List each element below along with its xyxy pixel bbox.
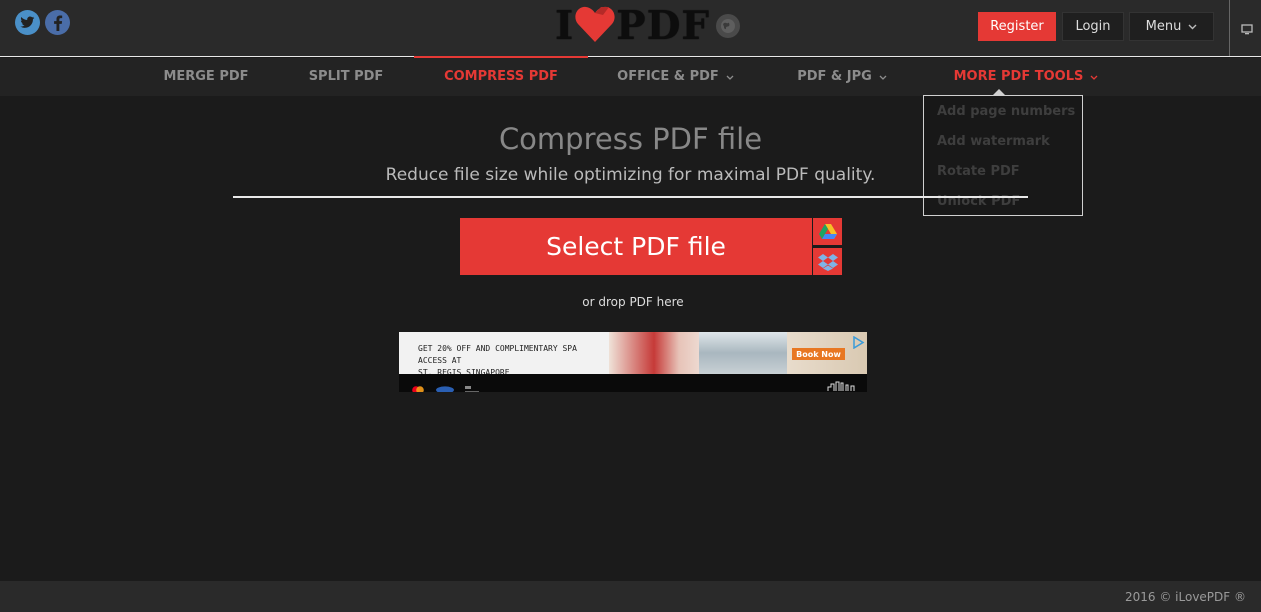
select-pdf-button[interactable]: Select PDF file: [460, 218, 812, 275]
drop-hint: or drop PDF here: [582, 295, 684, 309]
header-divider: [1229, 0, 1230, 56]
facebook-icon[interactable]: [45, 10, 70, 35]
register-button[interactable]: Register: [978, 12, 1056, 41]
page-title: Compress PDF file: [498, 122, 763, 156]
menu-label: Menu: [1145, 19, 1182, 34]
card-logo-icon: [435, 379, 455, 392]
chevron-down-icon: [879, 69, 887, 84]
ad-choices-icon[interactable]: [852, 334, 865, 350]
nav-more-pdf-tools-label: MORE PDF TOOLS: [953, 68, 1084, 84]
ad-image-room: [609, 332, 709, 374]
logo-prefix: I: [555, 3, 575, 49]
ad-book-now-button[interactable]: Book Now: [792, 348, 845, 360]
globe-icon[interactable]: [716, 14, 740, 38]
ad-footer-bar: [399, 374, 867, 392]
nav-compress-pdf[interactable]: COMPRESS PDF: [414, 56, 588, 94]
nav-more-pdf-tools[interactable]: MORE PDF TOOLS: [940, 58, 1112, 94]
spg-logo-icon: [463, 379, 483, 392]
nav-office-pdf-label: OFFICE & PDF: [617, 68, 719, 84]
nav-pdf-jpg[interactable]: PDF & JPG: [782, 58, 902, 94]
chevron-down-icon: [1090, 69, 1098, 84]
advertisement-banner[interactable]: GET 20% OFF AND COMPLIMENTARY SPA ACCESS…: [399, 332, 867, 392]
logo-suffix: PDF: [616, 3, 711, 49]
footer: 2016 © iLovePDF ®: [0, 581, 1261, 612]
ad-line-1: GET 20% OFF AND COMPLIMENTARY SPA ACCESS…: [418, 344, 577, 365]
divider: [233, 196, 1028, 198]
twitter-icon[interactable]: [15, 10, 40, 35]
login-button[interactable]: Login: [1062, 12, 1124, 41]
google-drive-icon[interactable]: [813, 218, 842, 245]
nav-split-pdf[interactable]: SPLIT PDF: [293, 58, 399, 94]
chevron-down-icon: [726, 69, 734, 84]
tools-nav: MERGE PDF SPLIT PDF COMPRESS PDF OFFICE …: [0, 56, 1261, 96]
ad-image-city: [699, 332, 789, 374]
dropbox-icon[interactable]: [813, 248, 842, 275]
page-subtitle: Reduce file size while optimizing for ma…: [385, 165, 876, 185]
nav-pdf-jpg-label: PDF & JPG: [797, 68, 872, 84]
copyright-text: 2016 © iLovePDF ®: [1125, 590, 1246, 604]
logo[interactable]: I PDF: [555, 3, 711, 49]
chevron-down-icon: [1188, 19, 1197, 34]
dropdown-item-add-page-numbers[interactable]: Add page numbers: [937, 104, 1075, 119]
st-regis-logo-icon: [826, 377, 862, 391]
nav-office-pdf[interactable]: OFFICE & PDF: [603, 58, 748, 94]
header: I PDF Register Login Menu: [0, 0, 1261, 57]
mastercard-icon: [411, 379, 425, 392]
heart-icon: [575, 5, 615, 47]
menu-button[interactable]: Menu: [1129, 12, 1214, 41]
monitor-icon[interactable]: [1241, 20, 1253, 39]
nav-merge-pdf[interactable]: MERGE PDF: [148, 58, 264, 94]
